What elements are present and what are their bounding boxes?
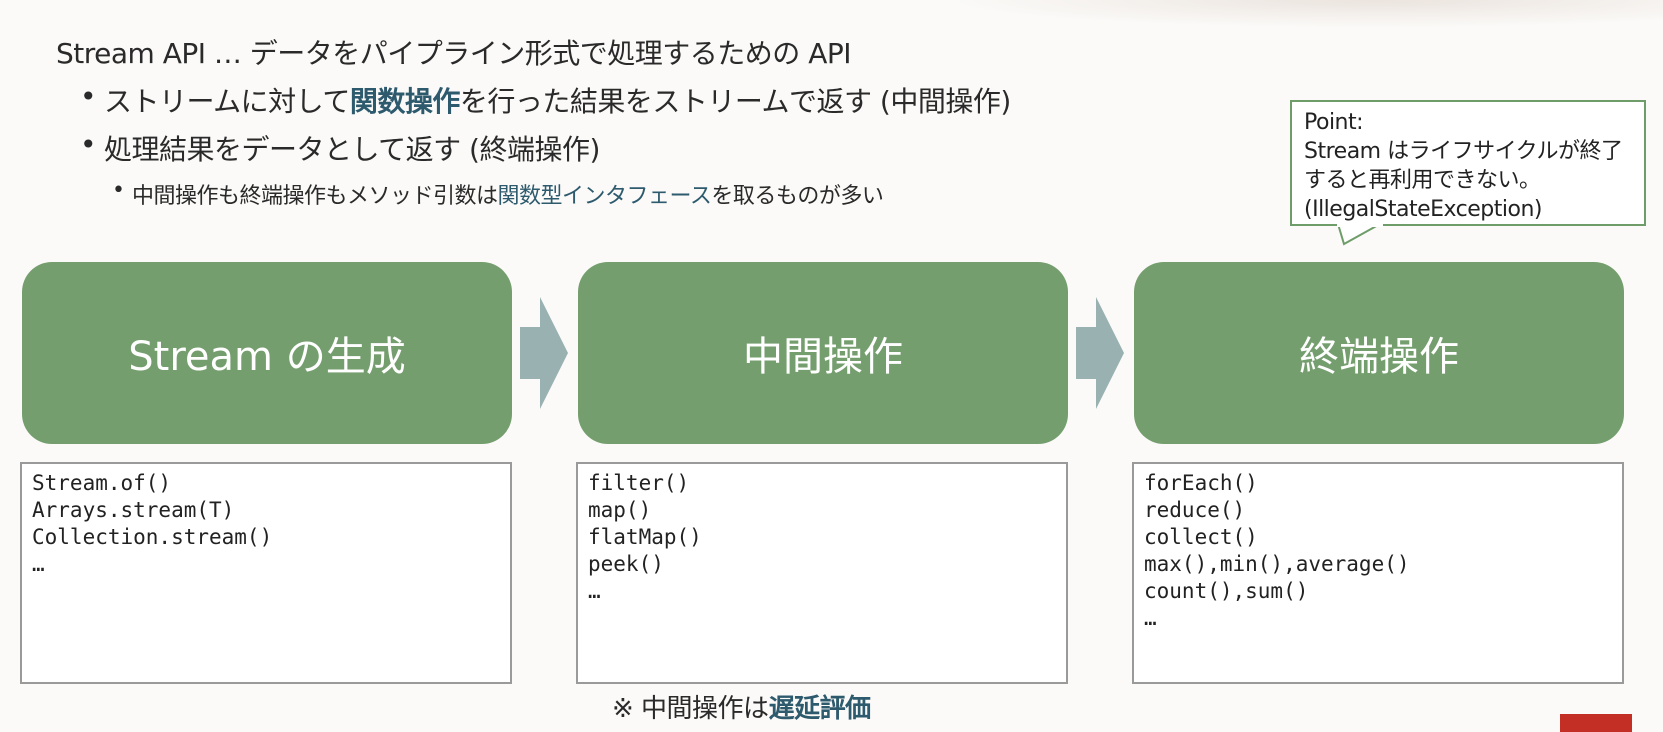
bullet-dot: • [80, 80, 97, 113]
note-text: ※ 中間操作は [612, 694, 769, 724]
bullet-text-post: を行った結果をストリームで返す (中間操作) [459, 85, 1011, 118]
right-arrow-icon [520, 297, 568, 409]
bullet-dot: • [80, 128, 97, 161]
stage-label: 終端操作 [1299, 334, 1459, 380]
callout-line-2: Stream はライフサイクルが終了 [1304, 139, 1623, 164]
stage-intermediate: 中間操作 [578, 262, 1068, 444]
stage-label: 中間操作 [743, 334, 903, 380]
terminal-methods-box: forEach() reduce() collect() max(),min()… [1132, 462, 1624, 684]
brand-accent-bar [1560, 714, 1632, 732]
bullet-intermediate: • ストリームに対して関数操作を行った結果をストリームで返す (中間操作) [80, 80, 1011, 120]
method-item: … [588, 579, 601, 603]
note-highlight: 遅延評価 [768, 694, 872, 724]
lazy-evaluation-note: ※ 中間操作は遅延評価 [612, 688, 871, 725]
sub-bullet: • 中間操作も終端操作もメソッド引数は関数型インタフェースを取るものが多い [112, 178, 884, 210]
sub-bullet-text-pre: 中間操作も終端操作もメソッド引数は [132, 184, 498, 209]
method-item: … [32, 552, 45, 576]
page-headline: Stream API … データをパイプライン形式で処理するための API [56, 37, 852, 70]
stage-stream-creation: Stream の生成 [22, 262, 512, 444]
bullet-text: 処理結果をデータとして返す (終端操作) [104, 133, 600, 166]
bullet-dot: • [112, 178, 125, 203]
decorative-header-pattern [943, 0, 1663, 28]
sub-bullet-highlight: 関数型インタフェース [497, 184, 712, 209]
method-item: count(),sum() [1144, 579, 1309, 603]
method-item: Collection.stream() [32, 525, 273, 549]
creation-methods-box: Stream.of() Arrays.stream(T) Collection.… [20, 462, 512, 684]
method-item: Stream.of() [32, 471, 172, 495]
method-item: map() [588, 498, 652, 522]
stage-terminal: 終端操作 [1134, 262, 1624, 444]
method-item: max(),min(),average() [1144, 552, 1410, 576]
right-arrow-icon [1076, 297, 1124, 409]
bullet-highlight: 関数操作 [349, 85, 461, 118]
sub-bullet-text-post: を取るものが多い [711, 184, 884, 209]
bullet-terminal: • 処理結果をデータとして返す (終端操作) [80, 128, 600, 168]
stage-label: Stream の生成 [128, 334, 406, 380]
callout-line-1: Point: [1304, 110, 1364, 135]
method-item: … [1144, 606, 1157, 630]
method-item: reduce() [1144, 498, 1246, 522]
method-item: Arrays.stream(T) [32, 498, 235, 522]
bullet-text-pre: ストリームに対して [104, 85, 350, 118]
method-item: collect() [1144, 525, 1258, 549]
method-item: flatMap() [588, 525, 702, 549]
method-item: filter() [588, 471, 690, 495]
callout-tail-cover [1337, 222, 1383, 227]
intermediate-methods-box: filter() map() flatMap() peek() … [576, 462, 1068, 684]
method-item: forEach() [1144, 471, 1258, 495]
callout-line-3: すると再利用できない。 [1304, 168, 1541, 193]
method-item: peek() [588, 552, 664, 576]
callout-line-4: (IllegalStateException) [1304, 197, 1542, 222]
point-callout: Point: Stream はライフサイクルが終了 すると再利用できない。 (I… [1290, 100, 1646, 226]
